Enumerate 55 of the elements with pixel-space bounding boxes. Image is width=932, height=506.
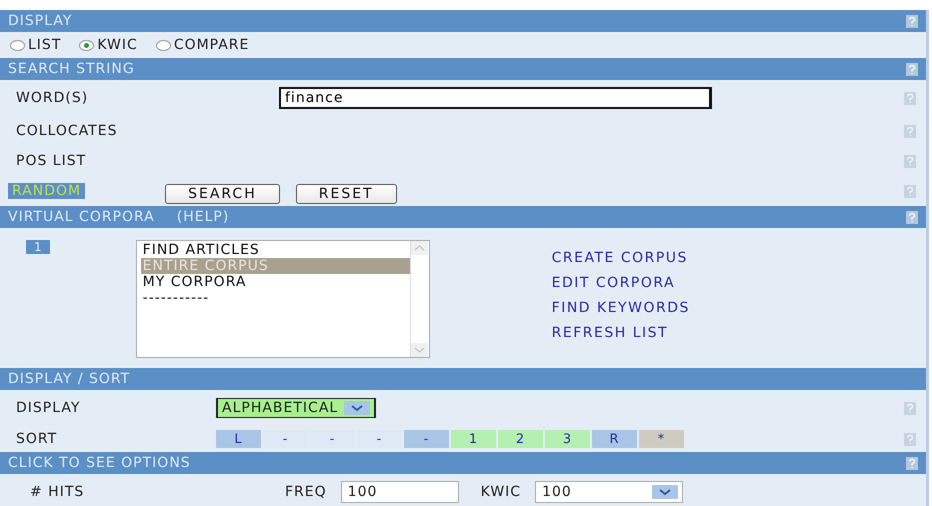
field-label: COLLOCATES <box>16 123 118 139</box>
field-label: FREQ <box>285 484 327 500</box>
help-icon[interactable] <box>904 154 916 168</box>
corpus-link[interactable]: REFRESH LIST <box>552 325 690 341</box>
corpus-number: 1 <box>26 240 50 254</box>
help-icon[interactable] <box>906 62 918 76</box>
sort-cell[interactable]: - <box>357 430 402 448</box>
corpus-link[interactable]: FIND KEYWORDS <box>552 300 690 316</box>
field-label: KWIC <box>480 484 522 500</box>
sort-cell[interactable]: - <box>263 430 308 448</box>
corpus-link[interactable]: CREATE CORPUS <box>552 250 690 266</box>
word-input[interactable]: finance <box>279 87 712 109</box>
sort-cell[interactable]: 1 <box>451 430 496 448</box>
radio-option[interactable]: KWIC <box>79 37 138 53</box>
help-icon[interactable] <box>906 210 918 224</box>
field-label: DISPLAY <box>16 400 82 416</box>
help-icon[interactable] <box>904 92 916 104</box>
form-button[interactable]: SEARCH <box>165 184 280 204</box>
radio-option[interactable]: COMPARE <box>156 37 250 53</box>
scroll-down-icon[interactable] <box>410 343 428 357</box>
sort-cell[interactable]: - <box>310 430 355 448</box>
help-icon[interactable] <box>906 456 918 470</box>
help-icon[interactable] <box>906 14 918 28</box>
sort-cell[interactable]: 3 <box>545 430 590 448</box>
section-title: DISPLAY / SORT <box>8 371 130 387</box>
chevron-down-icon <box>351 404 364 412</box>
help-icon[interactable] <box>904 124 916 138</box>
sort-cell[interactable]: L <box>216 430 261 448</box>
form-button[interactable]: RESET <box>296 184 397 204</box>
corpus-option[interactable]: FIND ARTICLES <box>140 242 410 258</box>
corpus-link[interactable]: EDIT CORPORA <box>552 275 690 291</box>
kwic-select[interactable]: 100 <box>535 481 684 503</box>
corpus-listbox[interactable]: FIND ARTICLES ENTIRE CORPUS MY CORPORA ----------- <box>136 240 430 358</box>
help-icon[interactable] <box>904 184 916 198</box>
display-select[interactable]: ALPHABETICAL <box>216 398 376 418</box>
sort-cell[interactable]: - <box>404 430 449 448</box>
field-label: SORT <box>16 431 58 447</box>
help-icon[interactable] <box>904 402 916 414</box>
scroll-up-icon[interactable] <box>410 241 428 255</box>
sort-cell[interactable]: R <box>592 430 637 448</box>
radio-option[interactable]: LIST <box>10 37 62 53</box>
help-icon[interactable] <box>904 432 916 446</box>
corpus-option[interactable]: ----------- <box>140 290 410 306</box>
field-label: WORD(S) <box>16 90 90 106</box>
freq-input[interactable]: 100 <box>340 481 459 503</box>
field-label: POS LIST <box>16 153 88 169</box>
section-title: SEARCH STRING <box>8 61 135 77</box>
hits-label: # HITS <box>30 484 86 500</box>
section-title: DISPLAY <box>8 13 72 29</box>
section-title: CLICK TO SEE OPTIONS <box>8 455 191 471</box>
chevron-down-icon <box>659 488 672 496</box>
section-title: VIRTUAL CORPORA <box>8 209 155 225</box>
sort-cell[interactable]: 2 <box>498 430 543 448</box>
corpus-option[interactable]: MY CORPORA <box>140 274 410 290</box>
sort-cell[interactable]: * <box>639 430 684 448</box>
